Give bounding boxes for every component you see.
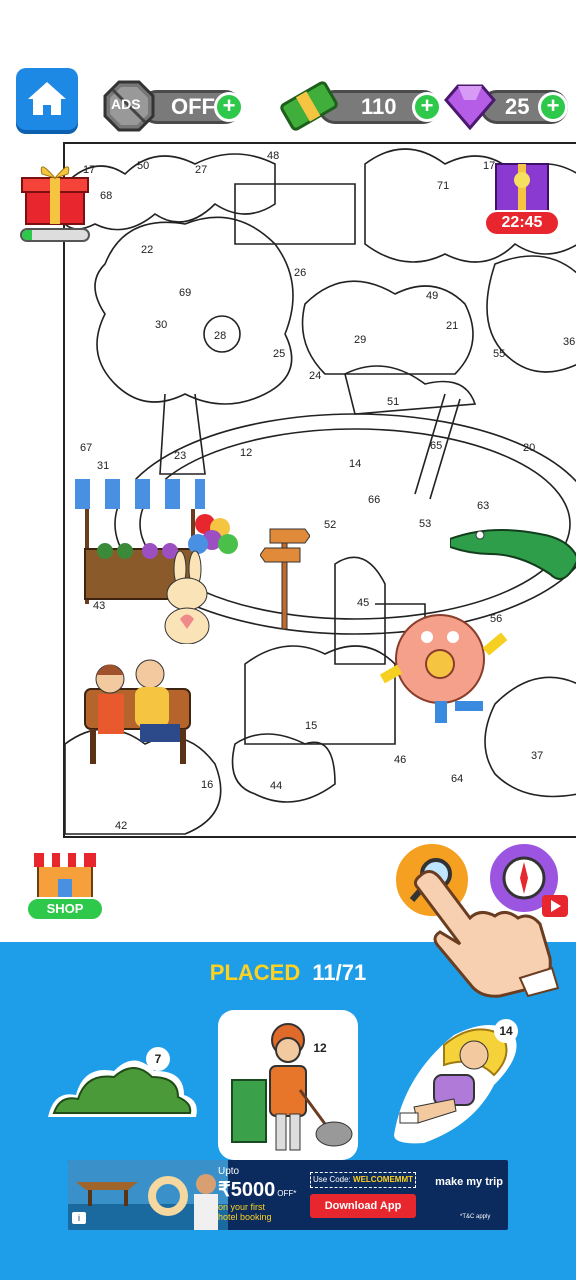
- region-number[interactable]: 66: [368, 494, 380, 506]
- ad-upto: Upto: [218, 1166, 240, 1177]
- coloring-canvas[interactable]: 17 50 27 48 17 68 71 22 26 69 49 30 28 2…: [63, 142, 576, 838]
- region-number[interactable]: 14: [349, 458, 361, 470]
- region-number[interactable]: 21: [446, 320, 458, 332]
- region-number[interactable]: 55: [493, 348, 505, 360]
- bunny-with-balloons: [150, 514, 240, 645]
- gift-button[interactable]: [18, 158, 92, 248]
- region-number[interactable]: 28: [214, 330, 226, 342]
- shop-icon: [34, 853, 96, 902]
- cash-plus-button[interactable]: +: [412, 92, 442, 122]
- ad-download-button[interactable]: Download App: [310, 1194, 416, 1218]
- region-number[interactable]: 22: [141, 244, 153, 256]
- region-number[interactable]: 67: [80, 442, 92, 454]
- signpost: [259, 524, 311, 634]
- ads-state: OFF: [171, 94, 215, 119]
- gem-value: 25: [505, 94, 530, 119]
- placed-count: 11/71: [312, 960, 367, 985]
- ad-code-label: Use Code:: [312, 1175, 351, 1184]
- ads-badge: ADS: [103, 80, 155, 132]
- region-number[interactable]: 15: [305, 720, 317, 732]
- region-number[interactable]: 23: [174, 450, 186, 462]
- region-number[interactable]: 12: [240, 447, 252, 459]
- bush-sticker-art: [48, 1060, 197, 1117]
- donut-character: [375, 609, 525, 729]
- region-number[interactable]: 30: [155, 319, 167, 331]
- ad-brand: make my trip: [435, 1176, 503, 1188]
- couple-on-bench: [80, 639, 200, 769]
- region-number[interactable]: 69: [179, 287, 191, 299]
- region-number[interactable]: 53: [419, 518, 431, 530]
- region-number[interactable]: 65: [430, 440, 442, 452]
- gift-icon: [21, 166, 89, 225]
- gem-icon: [444, 80, 496, 132]
- region-number[interactable]: 51: [387, 396, 399, 408]
- region-number[interactable]: 71: [437, 180, 449, 192]
- crocodile: [449, 519, 576, 589]
- region-number[interactable]: 26: [294, 267, 306, 279]
- region-number[interactable]: 42: [115, 820, 127, 832]
- region-number[interactable]: 64: [451, 773, 463, 785]
- region-number[interactable]: 48: [267, 150, 279, 162]
- placed-label: PLACED: [209, 960, 301, 985]
- ad-tc: *T&C apply: [460, 1214, 491, 1220]
- sticker-bush[interactable]: 7: [44, 1045, 200, 1120]
- sticker-girl-sitting[interactable]: 14: [384, 1015, 524, 1145]
- ad-amount: ₹5000: [218, 1179, 276, 1201]
- ad-info-icon[interactable]: i: [72, 1212, 86, 1224]
- ad-code: WELCOMEMMT: [353, 1175, 414, 1184]
- region-number[interactable]: 68: [100, 190, 112, 202]
- region-number[interactable]: 52: [324, 519, 336, 531]
- region-number[interactable]: 49: [426, 290, 438, 302]
- home-button[interactable]: [16, 68, 78, 130]
- ad-off: OFF*: [277, 1189, 297, 1198]
- sticker-street-sweeper[interactable]: 12: [218, 1010, 358, 1160]
- ad-code-box: Use Code: WELCOMEMMT: [310, 1172, 416, 1188]
- ad-line2: hotel booking: [218, 1212, 272, 1222]
- region-number[interactable]: 44: [270, 780, 282, 792]
- prize-box-icon: [495, 163, 549, 215]
- region-number[interactable]: 37: [531, 750, 543, 762]
- sticker-number: 7: [146, 1047, 170, 1071]
- sticker-number: 12: [308, 1036, 332, 1060]
- region-number[interactable]: 20: [523, 442, 535, 454]
- sweeper-sticker-art: [218, 1010, 358, 1160]
- gift-progress-fill: [22, 230, 32, 240]
- region-number[interactable]: 50: [137, 160, 149, 172]
- cash-icon: [278, 78, 340, 134]
- gem-plus-button[interactable]: +: [538, 92, 568, 122]
- gift-progress-bar: [20, 228, 90, 242]
- region-number[interactable]: 45: [357, 597, 369, 609]
- ad-line1: on your first: [218, 1202, 266, 1212]
- ads-label: ADS: [111, 96, 141, 112]
- region-number[interactable]: 36: [563, 336, 575, 348]
- ad-banner[interactable]: i Upto ₹5000 OFF* on your first hotel boo…: [68, 1160, 508, 1230]
- timed-prize-button[interactable]: 22:45: [482, 158, 562, 238]
- region-number[interactable]: 24: [309, 370, 321, 382]
- ad-hero-image: [68, 1160, 228, 1230]
- shop-label: SHOP: [26, 897, 104, 921]
- region-number[interactable]: 16: [201, 779, 213, 791]
- region-number[interactable]: 25: [273, 348, 285, 360]
- region-number[interactable]: 63: [477, 500, 489, 512]
- region-number[interactable]: 29: [354, 334, 366, 346]
- cash-value: 110: [361, 94, 397, 119]
- sticker-number: 14: [494, 1019, 518, 1043]
- timer-badge: 22:45: [484, 210, 560, 236]
- home-icon: [28, 82, 66, 115]
- ads-plus-button[interactable]: +: [214, 92, 244, 122]
- shop-button[interactable]: SHOP: [22, 845, 108, 925]
- region-number[interactable]: 46: [394, 754, 406, 766]
- region-number[interactable]: 27: [195, 164, 207, 176]
- placed-progress: PLACED 11/71: [0, 960, 576, 986]
